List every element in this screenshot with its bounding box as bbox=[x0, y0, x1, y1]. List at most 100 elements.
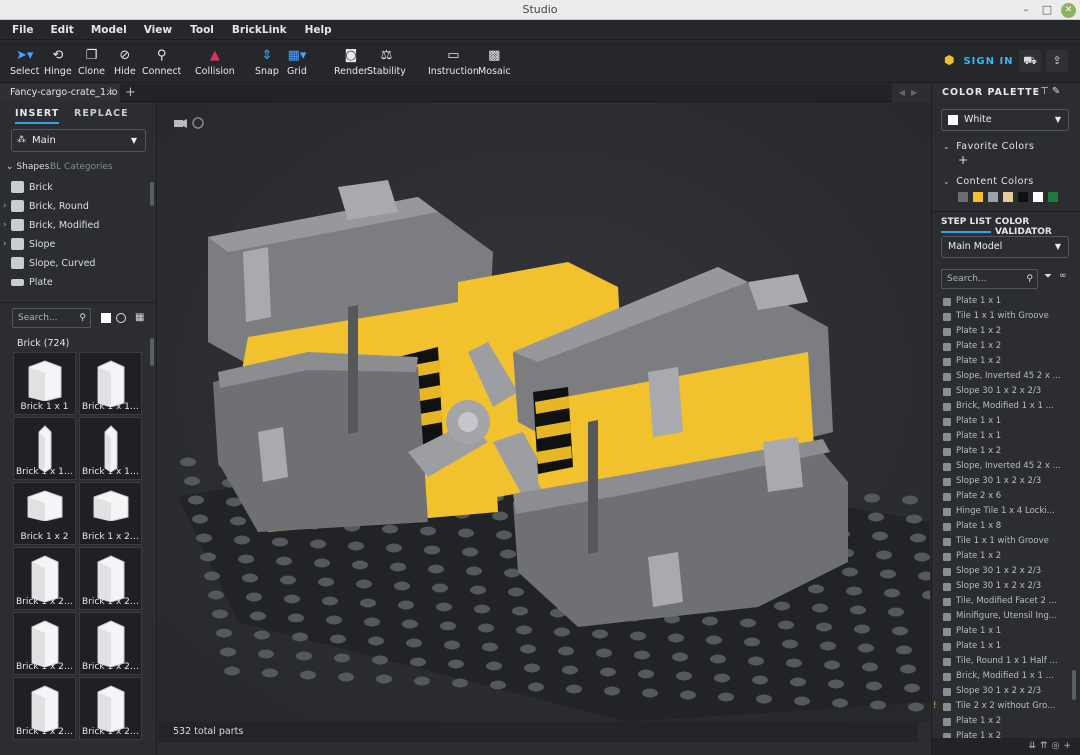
search-icon[interactable]: ⚲ bbox=[1026, 270, 1033, 288]
step-list-item[interactable]: Plate 1 x 2 bbox=[932, 444, 1072, 459]
content-color-swatch[interactable] bbox=[1018, 192, 1028, 202]
step-list-item[interactable]: Brick, Modified 1 x 1 ... bbox=[932, 399, 1072, 414]
hide-tool-button[interactable]: ⊘ Hide bbox=[114, 48, 136, 77]
tab-replace[interactable]: REPLACE bbox=[74, 108, 129, 119]
shape-item-brick-round[interactable]: › Brick, Round bbox=[0, 197, 150, 216]
step-list-item[interactable]: Slope 30 1 x 2 x 2/3 bbox=[932, 684, 1072, 699]
tab-shapes[interactable]: ⌄ Shapes bbox=[6, 162, 49, 172]
step-list-item[interactable]: Plate 1 x 1 bbox=[932, 639, 1072, 654]
left-crate[interactable] bbox=[208, 180, 498, 532]
glasses-icon[interactable]: ∞ bbox=[1059, 271, 1067, 281]
step-list-item[interactable]: Tile, Modified Facet 2 ... bbox=[932, 594, 1072, 609]
shape-item-slope[interactable]: › Slope bbox=[0, 235, 150, 254]
step-list-item[interactable]: Plate 1 x 2 bbox=[932, 549, 1072, 564]
shape-item-slope-curved[interactable]: Slope, Curved bbox=[0, 254, 150, 273]
filter-icon[interactable]: ⏷ bbox=[1044, 271, 1052, 282]
instruction-tool-button[interactable]: ▭ Instruction bbox=[428, 48, 479, 77]
shape-item-plate[interactable]: Plate bbox=[0, 273, 150, 292]
brick-cell[interactable]: Brick 1 x 2 x ... bbox=[13, 677, 76, 740]
content-colors-header[interactable]: ⌄ Content Colors bbox=[943, 176, 1034, 187]
search-icon[interactable]: ⚲ bbox=[79, 309, 86, 327]
step-list-item[interactable]: Plate 1 x 1 bbox=[932, 624, 1072, 639]
step-list-item[interactable]: Minifigure, Utensil Ing... bbox=[932, 609, 1072, 624]
hinge-tool-button[interactable]: ⟲ Hinge bbox=[44, 48, 72, 77]
menu-file[interactable]: File bbox=[0, 20, 34, 40]
minimize-icon[interactable]: – bbox=[1018, 2, 1034, 18]
expand-all-icon[interactable]: ⇈ bbox=[1040, 741, 1052, 751]
brick-grid-scrollbar[interactable] bbox=[150, 338, 154, 366]
step-list-item[interactable]: Slope, Inverted 45 2 x ... bbox=[932, 459, 1072, 474]
no-color-icon[interactable] bbox=[116, 313, 126, 323]
step-list-item[interactable]: ! Tile 2 x 2 without Gro... bbox=[932, 699, 1072, 714]
brick-cell[interactable]: Brick 1 x 1 x ... bbox=[13, 417, 76, 480]
step-list-item[interactable]: Plate 2 x 6 bbox=[932, 489, 1072, 504]
step-list-item[interactable]: Slope 30 1 x 2 x 2/3 bbox=[932, 564, 1072, 579]
shape-list-scrollbar[interactable] bbox=[150, 182, 154, 206]
snap-tool-button[interactable]: ⇕ Snap bbox=[255, 48, 279, 77]
step-list-item[interactable]: Slope, Inverted 45 2 x ... bbox=[932, 369, 1072, 384]
step-list-item[interactable]: Slope 30 1 x 2 x 2/3 bbox=[932, 474, 1072, 489]
tab-insert[interactable]: INSERT bbox=[15, 108, 60, 124]
shape-item-brick-modified[interactable]: › Brick, Modified bbox=[0, 216, 150, 235]
tab-nav-arrows[interactable]: ◀▶ bbox=[892, 84, 930, 102]
brick-cell[interactable]: Brick 1 x 2 x ... bbox=[79, 547, 142, 610]
upload-icon[interactable]: ⇪ bbox=[1046, 50, 1068, 72]
shape-item-brick[interactable]: Brick bbox=[0, 178, 150, 197]
step-list-item[interactable]: Brick, Modified 1 x 1 ... bbox=[932, 669, 1072, 684]
close-tab-icon[interactable]: × bbox=[106, 84, 114, 102]
color-select[interactable]: White ▼ bbox=[941, 109, 1069, 131]
add-tab-button[interactable]: + bbox=[125, 84, 136, 101]
file-tab[interactable]: Fancy-cargo-crate_1.io × bbox=[0, 84, 120, 102]
menu-model[interactable]: Model bbox=[74, 20, 127, 40]
hide-step-icon[interactable]: ◎ bbox=[1052, 741, 1064, 751]
brick-cell[interactable]: Brick 1 x 1 x ... bbox=[79, 417, 142, 480]
menu-edit[interactable]: Edit bbox=[34, 20, 74, 40]
chevron-right-icon[interactable]: › bbox=[3, 216, 7, 235]
chevron-right-icon[interactable]: › bbox=[3, 235, 7, 254]
palette-select[interactable]: ⁂ Main ▼ bbox=[11, 129, 146, 152]
color-filter-icon[interactable] bbox=[101, 313, 111, 323]
grid-view-icon[interactable]: ▦ bbox=[135, 313, 145, 323]
menu-bricklink[interactable]: BrickLink bbox=[214, 20, 287, 40]
step-list-item[interactable]: Plate 1 x 2 bbox=[932, 714, 1072, 729]
tab-bl-categories[interactable]: BL Categories bbox=[50, 162, 113, 172]
step-list-item[interactable]: Tile 1 x 1 with Groove bbox=[932, 534, 1072, 549]
step-list-item[interactable]: Plate 1 x 2 bbox=[932, 354, 1072, 369]
mosaic-tool-button[interactable]: ▩ Mosaic bbox=[478, 48, 511, 77]
brick-cell[interactable]: Brick 1 x 2 x ... bbox=[79, 677, 142, 740]
collapse-all-icon[interactable]: ⇊ bbox=[1029, 741, 1041, 751]
content-color-swatch[interactable] bbox=[1003, 192, 1013, 202]
model-select[interactable]: Main Model ▼ bbox=[941, 236, 1069, 258]
content-color-swatch[interactable] bbox=[973, 192, 983, 202]
tab-color-validator[interactable]: COLOR VALIDATOR bbox=[995, 217, 1080, 237]
cart-icon[interactable]: ⛟ bbox=[1019, 50, 1041, 72]
clone-tool-button[interactable]: ❐ Clone bbox=[78, 48, 105, 77]
step-list-item[interactable]: Slope 30 1 x 2 x 2/3 bbox=[932, 579, 1072, 594]
chevron-right-icon[interactable]: › bbox=[3, 197, 7, 216]
menu-tool[interactable]: Tool bbox=[172, 20, 214, 40]
grid-tool-button[interactable]: ▦▾ Grid bbox=[287, 48, 307, 77]
tab-step-list[interactable]: STEP LIST bbox=[941, 217, 992, 233]
brick-cell[interactable]: Brick 1 x 2 ... bbox=[79, 482, 142, 545]
camera-icon[interactable] bbox=[174, 119, 187, 128]
step-list-item[interactable]: Plate 1 x 2 bbox=[932, 324, 1072, 339]
step-list-item[interactable]: Plate 1 x 2 bbox=[932, 339, 1072, 354]
render-tool-button[interactable]: ◙ Render bbox=[334, 48, 368, 77]
brick-cell[interactable]: Brick 1 x 2 x ... bbox=[79, 612, 142, 675]
step-list-item[interactable]: Plate 1 x 1 bbox=[932, 429, 1072, 444]
connect-tool-button[interactable]: ⚲ Connect bbox=[142, 48, 181, 77]
part-search-input[interactable]: Search... ⚲ bbox=[12, 308, 91, 328]
content-color-swatch[interactable] bbox=[958, 192, 968, 202]
step-list-item[interactable]: Slope 30 1 x 2 x 2/3 bbox=[932, 384, 1072, 399]
brick-cell[interactable]: Brick 1 x 1 bbox=[13, 352, 76, 415]
sign-in-button[interactable]: ⬢ SIGN IN bbox=[944, 53, 1014, 67]
brick-cell[interactable]: Brick 1 x 1 x ... bbox=[79, 352, 142, 415]
step-list-item[interactable]: Hinge Tile 1 x 4 Locki... bbox=[932, 504, 1072, 519]
step-list-item[interactable]: Plate 1 x 1 bbox=[932, 294, 1072, 309]
step-list-item[interactable]: Plate 1 x 8 bbox=[932, 519, 1072, 534]
step-list-item[interactable]: Tile 1 x 1 with Groove bbox=[932, 309, 1072, 324]
content-color-swatch[interactable] bbox=[1048, 192, 1058, 202]
content-color-swatch[interactable] bbox=[988, 192, 998, 202]
3d-viewport[interactable] bbox=[158, 102, 930, 722]
favorite-colors-header[interactable]: ⌄ Favorite Colors bbox=[943, 141, 1034, 152]
